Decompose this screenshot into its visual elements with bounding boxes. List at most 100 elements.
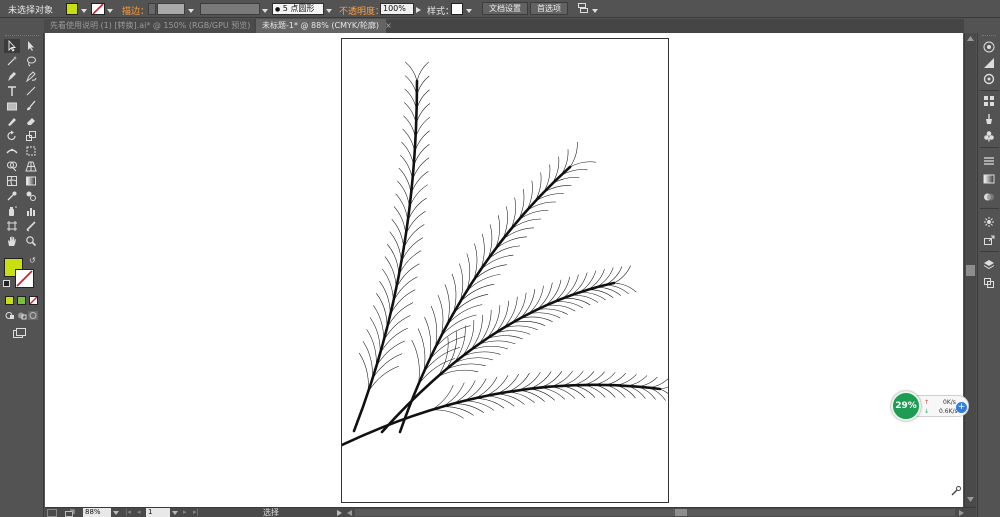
- hand-tool-icon[interactable]: [4, 234, 20, 248]
- rotate-tool-icon[interactable]: [4, 129, 20, 143]
- gradient-tool-icon[interactable]: [23, 174, 39, 188]
- style-swatch[interactable]: [451, 3, 463, 15]
- horizontal-scroll-track[interactable]: [355, 509, 955, 516]
- horizontal-scroll-thumb[interactable]: [675, 509, 687, 516]
- zoom-input[interactable]: 88%: [83, 508, 111, 517]
- brushes-icon[interactable]: [982, 113, 996, 125]
- type-tool-icon[interactable]: [4, 84, 20, 98]
- network-speed-widget[interactable]: ↑ 0K/s ↓ 0.6K/s + 29%: [891, 391, 969, 421]
- shape-builder-tool-icon[interactable]: [4, 159, 20, 173]
- close-icon[interactable]: ×: [385, 21, 392, 30]
- graphic-styles-icon[interactable]: [982, 216, 996, 228]
- chevron-right-icon[interactable]: [416, 6, 421, 16]
- pen-tool-icon[interactable]: [4, 69, 20, 83]
- swatches-icon[interactable]: [982, 95, 996, 107]
- tab-document-1[interactable]: 先看使用说明 (1) [转换].ai* @ 150% (RGB/GPU 预览)×: [44, 19, 263, 33]
- accelerate-plus-icon[interactable]: +: [956, 402, 967, 413]
- curvature-tool-icon[interactable]: [23, 69, 39, 83]
- lasso-tool-icon[interactable]: [23, 54, 39, 68]
- stroke-label[interactable]: 描边：: [122, 4, 149, 17]
- shaper-tool-icon[interactable]: [4, 114, 20, 128]
- paintbrush-tool-icon[interactable]: [23, 99, 39, 113]
- artboard-navigator-icon[interactable]: [47, 509, 57, 517]
- color-mode-icon[interactable]: [5, 296, 14, 305]
- chevron-down-icon[interactable]: [107, 6, 113, 16]
- eraser-tool-icon[interactable]: [23, 114, 39, 128]
- scale-tool-icon[interactable]: [23, 129, 39, 143]
- default-fill-stroke-icon[interactable]: [3, 280, 10, 287]
- preferences-button[interactable]: 首选项: [530, 2, 568, 15]
- column-graph-tool-icon[interactable]: [23, 204, 39, 218]
- chevron-down-icon[interactable]: [592, 6, 598, 16]
- layers-icon[interactable]: [982, 259, 996, 271]
- direct-selection-tool-icon[interactable]: [23, 39, 39, 53]
- gradient-panel-icon[interactable]: [982, 57, 996, 69]
- scroll-down-icon[interactable]: [967, 497, 974, 502]
- stroke-weight-field[interactable]: [157, 3, 185, 15]
- slice-tool-icon[interactable]: [23, 219, 39, 233]
- vertical-scrollbar[interactable]: [964, 33, 976, 507]
- symbols-icon[interactable]: [982, 130, 996, 142]
- previous-artboard-icon[interactable]: ◂: [137, 508, 141, 516]
- draw-inside-icon[interactable]: [28, 311, 38, 320]
- chevron-down-icon[interactable]: [326, 6, 332, 16]
- last-artboard-icon[interactable]: ▸|: [193, 508, 199, 516]
- first-artboard-icon[interactable]: |◂: [125, 508, 131, 516]
- vertical-scroll-thumb[interactable]: [966, 265, 975, 276]
- screen-mode-icon[interactable]: [13, 328, 27, 338]
- selection-tool-icon[interactable]: [4, 39, 20, 53]
- none-mode-icon[interactable]: [29, 296, 38, 305]
- scroll-left-icon[interactable]: [347, 510, 352, 516]
- artboard-tool-icon[interactable]: [4, 219, 20, 233]
- opacity-label[interactable]: 不透明度：: [339, 4, 384, 17]
- chevron-down-icon[interactable]: [113, 508, 119, 517]
- stroke-panel-icon[interactable]: [982, 155, 996, 167]
- export-asset-icon[interactable]: [982, 234, 996, 246]
- chevron-down-icon[interactable]: [262, 6, 268, 16]
- panel-grip[interactable]: [5, 35, 39, 37]
- stroke-weight-stepper[interactable]: [148, 3, 156, 15]
- arrange-documents-icon[interactable]: [578, 3, 590, 17]
- stroke-color-swatch[interactable]: [15, 269, 34, 288]
- free-transform-tool-icon[interactable]: [23, 144, 39, 158]
- brush-definition-field[interactable]: ● 5 点圆形: [272, 3, 324, 15]
- stroke-swatch[interactable]: [91, 3, 105, 15]
- eyedropper-tool-icon[interactable]: [4, 189, 20, 203]
- artboards-panel-icon[interactable]: [982, 277, 996, 289]
- mesh-tool-icon[interactable]: [4, 174, 20, 188]
- chevron-down-icon[interactable]: [188, 6, 194, 16]
- draw-behind-icon[interactable]: [17, 311, 27, 320]
- transparency-icon[interactable]: [982, 191, 996, 203]
- document-setup-button[interactable]: 文档设置: [482, 2, 528, 15]
- next-artboard-icon[interactable]: ▸: [183, 508, 187, 516]
- appearance-icon[interactable]: [982, 73, 996, 85]
- draw-normal-icon[interactable]: [5, 311, 15, 320]
- chevron-down-icon[interactable]: [172, 508, 178, 517]
- swap-fill-stroke-icon[interactable]: ↺: [29, 256, 36, 265]
- canvas-area[interactable]: [45, 33, 963, 507]
- artboard[interactable]: [340, 38, 679, 503]
- magic-wand-tool-icon[interactable]: [4, 54, 20, 68]
- color-guide-icon[interactable]: [982, 41, 996, 53]
- panel-grip[interactable]: [982, 35, 996, 37]
- memory-usage-badge[interactable]: 29%: [891, 391, 921, 421]
- chevron-down-icon[interactable]: [81, 6, 87, 16]
- gradient-mode-icon[interactable]: [17, 296, 26, 305]
- wrench-icon[interactable]: [950, 485, 962, 497]
- chevron-down-icon[interactable]: [466, 6, 472, 16]
- variable-width-profile[interactable]: [200, 3, 260, 15]
- perspective-grid-tool-icon[interactable]: [23, 159, 39, 173]
- fill-swatch[interactable]: [66, 3, 78, 15]
- share-icon[interactable]: [65, 509, 75, 517]
- artboard-number-input[interactable]: 1: [146, 508, 170, 517]
- rectangle-tool-icon[interactable]: [4, 99, 20, 113]
- tab-document-2[interactable]: 未标题-1* @ 88% (CMYK/轮廓) ×: [256, 19, 392, 33]
- palm-leaf-drawing[interactable]: [340, 39, 679, 502]
- opacity-input[interactable]: 100%: [380, 3, 414, 15]
- zoom-tool-icon[interactable]: [23, 234, 39, 248]
- width-tool-icon[interactable]: [4, 144, 20, 158]
- gradient-slider-icon[interactable]: [982, 173, 996, 185]
- scroll-up-icon[interactable]: [967, 36, 974, 41]
- symbol-sprayer-tool-icon[interactable]: [4, 204, 20, 218]
- blend-tool-icon[interactable]: [23, 189, 39, 203]
